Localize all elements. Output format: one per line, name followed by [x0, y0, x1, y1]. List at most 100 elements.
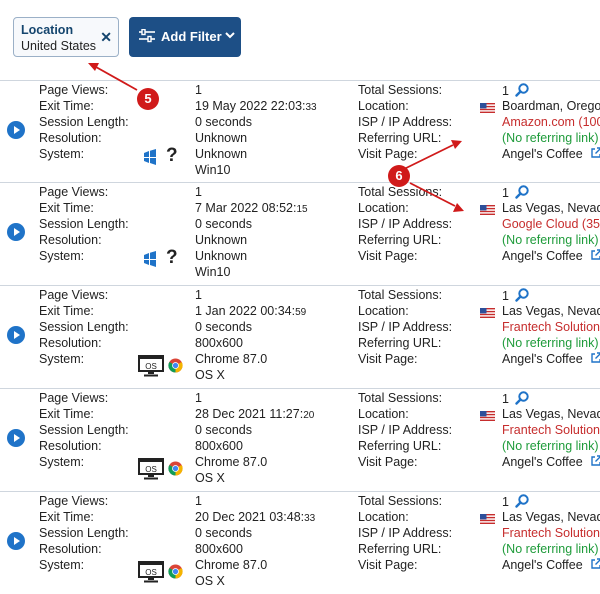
isp-value[interactable]: Amazon.com (100 — [502, 115, 600, 129]
filter-bar: Location United States ✕ Add Filter — [0, 0, 600, 80]
unknown-question-icon: ? — [166, 145, 178, 166]
referring-url-label: Referring URL: — [358, 131, 442, 145]
play-icon[interactable] — [7, 223, 25, 241]
page-views-label: Page Views: — [39, 185, 109, 199]
location-label: Location: — [358, 407, 409, 421]
page-views-label: Page Views: — [39, 83, 109, 97]
visit-page-value[interactable]: Angel's Coffee — [502, 558, 600, 572]
referring-url-label: Referring URL: — [358, 233, 442, 247]
page-views-value: 1 — [195, 391, 202, 405]
page-views-value: 1 — [195, 288, 202, 302]
external-link-icon[interactable] — [590, 249, 600, 261]
search-icon[interactable] — [515, 391, 530, 405]
isp-label: ISP / IP Address: — [358, 526, 453, 540]
play-icon[interactable] — [7, 429, 25, 447]
isp-value[interactable]: Google Cloud (35. — [502, 217, 600, 231]
isp-value[interactable]: Frantech Solution — [502, 320, 600, 334]
visit-page-value[interactable]: Angel's Coffee — [502, 147, 600, 161]
browser-value: Unknown — [195, 249, 248, 263]
location-value: Las Vegas, Nevada — [502, 510, 600, 524]
search-icon[interactable] — [515, 185, 530, 199]
chrome-icon — [168, 564, 183, 579]
page-views-value: 1 — [195, 185, 202, 199]
system-label: System: — [39, 558, 85, 572]
resolution-label: Resolution: — [39, 336, 102, 350]
add-filter-label: Add Filter — [161, 29, 222, 44]
exit-time-label: Exit Time: — [39, 99, 94, 113]
mac-os-monitor-icon: OS — [138, 561, 164, 583]
page-views-label: Page Views: — [39, 494, 109, 508]
annotation-badge-5: 5 — [137, 88, 159, 110]
chevron-down-icon — [225, 32, 235, 39]
session-length-label: Session Length: — [39, 115, 129, 129]
total-sessions-value: 1 — [502, 494, 530, 509]
total-sessions-value: 1 — [502, 83, 530, 98]
add-filter-button[interactable]: Add Filter — [129, 17, 241, 57]
play-icon[interactable] — [7, 532, 25, 550]
svg-text:OS: OS — [145, 362, 157, 371]
total-sessions-value: 1 — [502, 185, 530, 200]
location-value: Las Vegas, Nevada — [502, 201, 600, 215]
session-length-label: Session Length: — [39, 320, 129, 334]
exit-time-label: Exit Time: — [39, 304, 94, 318]
referring-url-label: Referring URL: — [358, 542, 442, 556]
browser-value: Unknown — [195, 147, 248, 161]
system-label: System: — [39, 249, 85, 263]
isp-value[interactable]: Frantech Solution — [502, 423, 600, 437]
page-views-label: Page Views: — [39, 288, 109, 302]
resolution-value: 800x600 — [195, 542, 243, 556]
location-label: Location: — [358, 99, 409, 113]
us-flag-icon — [480, 308, 495, 318]
resolution-value: 800x600 — [195, 336, 243, 350]
us-flag-icon — [480, 411, 495, 421]
exit-time-label: Exit Time: — [39, 407, 94, 421]
browser-value: Chrome 87.0 — [195, 455, 268, 469]
referring-url-label: Referring URL: — [358, 439, 442, 453]
session-length-value: 0 seconds — [195, 423, 252, 437]
exit-time-value: 19 May 2022 22:03:33 — [195, 99, 317, 113]
session-row: Page Views: Exit Time: Session Length: R… — [0, 491, 600, 594]
session-row: Page Views: Exit Time: Session Length: R… — [0, 285, 600, 388]
mac-os-monitor-icon: OS — [138, 355, 164, 377]
exit-time-value: 1 Jan 2022 00:34:59 — [195, 304, 307, 318]
search-icon[interactable] — [515, 83, 530, 97]
location-value: Boardman, Orego — [502, 99, 600, 113]
isp-label: ISP / IP Address: — [358, 320, 453, 334]
us-flag-icon — [480, 103, 495, 113]
external-link-icon[interactable] — [590, 558, 600, 570]
visit-page-value[interactable]: Angel's Coffee — [502, 249, 600, 263]
svg-text:OS: OS — [145, 465, 157, 474]
external-link-icon[interactable] — [590, 352, 600, 364]
visit-page-label: Visit Page: — [358, 352, 418, 366]
location-filter-chip[interactable]: Location United States ✕ — [13, 17, 119, 57]
system-label: System: — [39, 352, 85, 366]
play-icon[interactable] — [7, 121, 25, 139]
total-sessions-label: Total Sessions: — [358, 185, 443, 199]
total-sessions-label: Total Sessions: — [358, 391, 443, 405]
location-value: Las Vegas, Nevada — [502, 304, 600, 318]
exit-time-value: 20 Dec 2021 03:48:33 — [195, 510, 316, 524]
play-icon[interactable] — [7, 326, 25, 344]
location-label: Location: — [358, 304, 409, 318]
session-length-label: Session Length: — [39, 423, 129, 437]
external-link-icon[interactable] — [590, 147, 600, 159]
visit-page-label: Visit Page: — [358, 455, 418, 469]
chip-title: Location — [21, 23, 74, 37]
resolution-label: Resolution: — [39, 233, 102, 247]
chrome-icon — [168, 358, 183, 373]
system-label: System: — [39, 455, 85, 469]
isp-label: ISP / IP Address: — [358, 115, 453, 129]
isp-value[interactable]: Frantech Solution — [502, 526, 600, 540]
close-icon[interactable]: ✕ — [100, 29, 112, 46]
search-icon[interactable] — [515, 288, 530, 302]
visit-page-value[interactable]: Angel's Coffee — [502, 352, 600, 366]
external-link-icon[interactable] — [590, 455, 600, 467]
page-views-value: 1 — [195, 83, 202, 97]
total-sessions-label: Total Sessions: — [358, 288, 443, 302]
windows-icon — [144, 149, 156, 165]
sliders-icon — [139, 29, 155, 43]
visit-page-value[interactable]: Angel's Coffee — [502, 455, 600, 469]
browser-value: Chrome 87.0 — [195, 558, 268, 572]
session-row: Page Views: Exit Time: Session Length: R… — [0, 388, 600, 491]
search-icon[interactable] — [515, 494, 530, 508]
